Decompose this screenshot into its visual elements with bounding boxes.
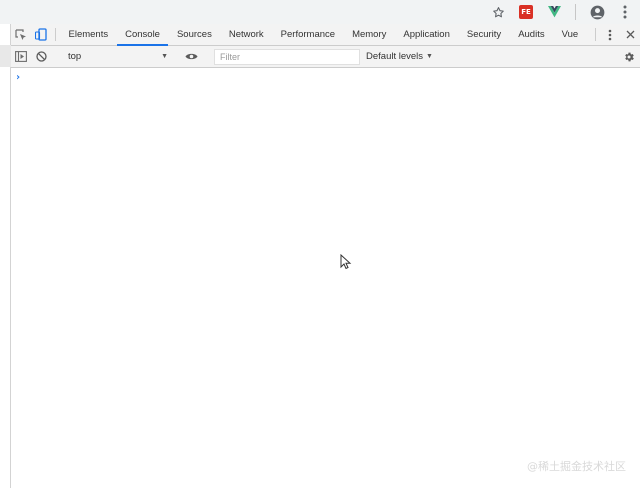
chevron-down-icon: ▼ (161, 53, 168, 60)
customize-devtools-icon[interactable] (600, 24, 620, 45)
console-output[interactable]: › (11, 69, 640, 488)
browser-toolbar: FE (0, 0, 640, 24)
tab-label: Memory (352, 29, 387, 40)
context-value: top (68, 51, 82, 62)
tabbar-divider (55, 28, 56, 41)
log-levels-dropdown[interactable]: Default levels ▼ (366, 51, 433, 62)
show-sidebar-icon[interactable] (11, 51, 31, 62)
tab-label: Network (228, 29, 264, 40)
tab-vue[interactable]: Vue (553, 24, 587, 45)
filter-input[interactable] (214, 48, 360, 65)
console-prompt[interactable]: › (15, 69, 21, 85)
tab-label: Vue (561, 29, 579, 40)
mouse-cursor-icon (340, 254, 352, 270)
tabbar-divider (595, 28, 596, 41)
context-selector[interactable]: top ▼ (66, 49, 172, 65)
tab-sources[interactable]: Sources (168, 24, 220, 45)
tab-elements[interactable]: Elements (60, 24, 117, 45)
log-levels-label: Default levels (366, 51, 424, 62)
more-vert-icon[interactable] (616, 3, 634, 21)
tab-audits[interactable]: Audits (510, 24, 553, 45)
console-settings-gear-icon[interactable] (618, 51, 640, 63)
tabbar-actions (591, 24, 640, 45)
tab-security[interactable]: Security (458, 24, 509, 45)
tab-label: Audits (518, 29, 545, 40)
tab-label: Application (403, 29, 450, 40)
tab-label: Sources (176, 29, 212, 40)
tab-memory[interactable]: Memory (344, 24, 395, 45)
page-viewport (0, 24, 11, 488)
star-icon[interactable] (489, 3, 507, 21)
console-toolbar: top ▼ Default levels ▼ (11, 46, 640, 68)
tab-label: Performance (280, 29, 336, 40)
extension-area: FE (489, 0, 634, 24)
tab-application[interactable]: Application (395, 24, 458, 45)
tab-label: Security (466, 29, 502, 40)
tab-performance[interactable]: Performance (272, 24, 343, 45)
toolbar-separator (575, 4, 576, 20)
close-icon[interactable] (620, 24, 640, 45)
fe-extension-icon[interactable]: FE (517, 3, 535, 21)
watermark: @稀土掘金技术社区 (527, 460, 626, 473)
prompt-caret-icon: › (15, 71, 22, 83)
live-expression-eye-icon[interactable] (181, 52, 201, 61)
clear-console-icon[interactable] (31, 51, 51, 62)
device-toggle-icon[interactable] (31, 24, 51, 45)
fe-extension-label: FE (519, 5, 533, 19)
chevron-down-icon: ▼ (426, 53, 433, 60)
tab-label: Elements (68, 29, 109, 40)
inspect-element-icon[interactable] (11, 24, 31, 45)
tab-label: Console (125, 29, 160, 40)
tab-network[interactable]: Network (220, 24, 272, 45)
account-icon[interactable] (588, 3, 606, 21)
page-scroll-region (0, 45, 11, 67)
devtools-tabbar: Elements Console Sources Network Perform… (11, 24, 640, 46)
vue-devtools-icon[interactable] (545, 3, 563, 21)
devtools-panel: Elements Console Sources Network Perform… (11, 24, 640, 488)
tab-console[interactable]: Console (116, 24, 169, 46)
